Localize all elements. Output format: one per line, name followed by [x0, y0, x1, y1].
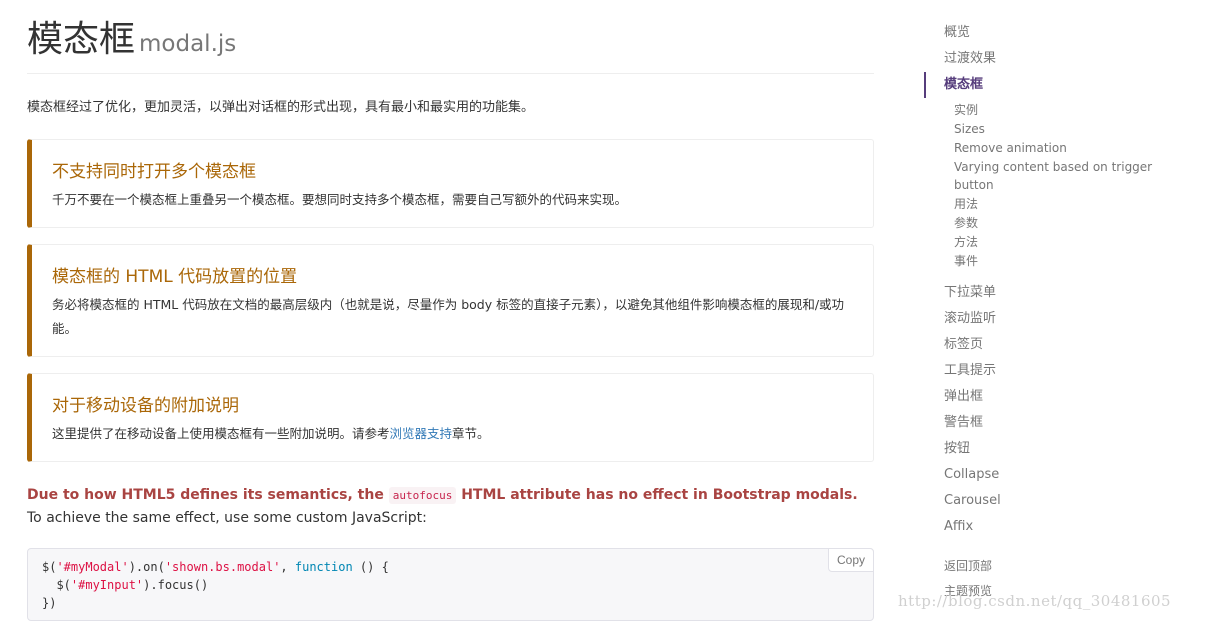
page-subtitle: modal.js: [139, 31, 237, 57]
sidebar-item-transitions[interactable]: 过渡效果: [924, 46, 1204, 72]
copy-button[interactable]: Copy: [827, 548, 874, 572]
subnav-item-remove-animation[interactable]: Remove animation: [924, 138, 1154, 157]
autofocus-note: Due to how HTML5 defines its semantics, …: [27, 484, 874, 530]
subnav-item-options[interactable]: 参数: [924, 213, 1154, 232]
callout-warning: 模态框的 HTML 代码放置的位置 务必将模态框的 HTML 代码放在文档的最高…: [27, 244, 874, 357]
callout-title: 对于移动设备的附加说明: [52, 396, 239, 416]
sidebar-item-popovers[interactable]: 弹出框: [924, 384, 1204, 410]
callout-title: 模态框的 HTML 代码放置的位置: [52, 267, 298, 287]
page-header: 模态框 modal.js: [27, 0, 874, 74]
lead-text: 模态框经过了优化，更加灵活，以弹出对话框的形式出现，具有最小和最实用的功能集。: [27, 100, 535, 115]
sidebar-item-alerts[interactable]: 警告框: [924, 410, 1204, 436]
sidebar-item-collapse[interactable]: Collapse: [924, 462, 1204, 488]
code-block: Copy $('#myModal').on('shown.bs.modal', …: [27, 548, 874, 621]
sidebar-item-scrollspy[interactable]: 滚动监听: [924, 306, 1204, 332]
callout-text: 这里提供了在移动设备上使用模态框有一些附加说明。请参考浏览器支持章节。: [52, 422, 853, 446]
subnav-item-methods[interactable]: 方法: [924, 232, 1154, 251]
callout-text-before: 这里提供了在移动设备上使用模态框有一些附加说明。请参考: [52, 426, 390, 441]
callout-warning: 对于移动设备的附加说明 这里提供了在移动设备上使用模态框有一些附加说明。请参考浏…: [27, 373, 874, 462]
page-title-text: 模态框: [27, 19, 136, 60]
page-title: 模态框 modal.js: [27, 20, 874, 64]
sidebar-item-tabs[interactable]: 标签页: [924, 332, 1204, 358]
browser-support-link[interactable]: 浏览器支持: [390, 426, 453, 441]
callout-warning: 不支持同时打开多个模态框 千万不要在一个模态框上重叠另一个模态框。要想同时支持多…: [27, 139, 874, 228]
note-warning-before: Due to how HTML5 defines its semantics, …: [27, 487, 384, 503]
main-content: 模态框 modal.js 模态框经过了优化，更加灵活，以弹出对话框的形式出现，具有…: [27, 0, 874, 621]
code-content: $('#myModal').on('shown.bs.modal', funct…: [42, 560, 389, 610]
callout-text-after: 章节。: [452, 426, 490, 441]
sidebar-item-tooltips[interactable]: 工具提示: [924, 358, 1204, 384]
subnav-item-sizes[interactable]: Sizes: [924, 119, 1154, 138]
note-warning: Due to how HTML5 defines its semantics, …: [27, 487, 858, 504]
subnav-item-usage[interactable]: 用法: [924, 194, 1154, 213]
sidebar-subnav: 实例 Sizes Remove animation Varying conten…: [924, 100, 1204, 270]
sidebar-item-carousel[interactable]: Carousel: [924, 488, 1204, 514]
note-warning-after: HTML attribute has no effect in Bootstra…: [461, 487, 858, 503]
back-to-top-link[interactable]: 返回顶部: [924, 554, 1204, 579]
subnav-item-events[interactable]: 事件: [924, 251, 1154, 270]
subnav-item-varying-content[interactable]: Varying content based on trigger button: [924, 157, 1154, 194]
sidebar-item-modal[interactable]: 模态框: [924, 72, 1204, 98]
sidebar-item-buttons[interactable]: 按钮: [924, 436, 1204, 462]
subnav-item-examples[interactable]: 实例: [924, 100, 1154, 119]
watermark: http://blog.csdn.net/qq_30481605: [898, 592, 1172, 610]
note-text: To achieve the same effect, use some cus…: [27, 510, 427, 526]
callout-title: 不支持同时打开多个模态框: [52, 162, 256, 182]
sidebar-item-dropdowns[interactable]: 下拉菜单: [924, 280, 1204, 306]
sidebar-item-overview[interactable]: 概览: [924, 20, 1204, 46]
callout-text: 务必将模态框的 HTML 代码放在文档的最高层级内（也就是说，尽量作为 body…: [52, 297, 845, 336]
callout-text: 千万不要在一个模态框上重叠另一个模态框。要想同时支持多个模态框，需要自己写额外的…: [52, 192, 628, 207]
sidebar-nav: 概览 过渡效果 模态框 实例 Sizes Remove animation Va…: [924, 20, 1204, 604]
inline-code: autofocus: [388, 487, 457, 504]
sidebar-item-affix[interactable]: Affix: [924, 514, 1204, 540]
